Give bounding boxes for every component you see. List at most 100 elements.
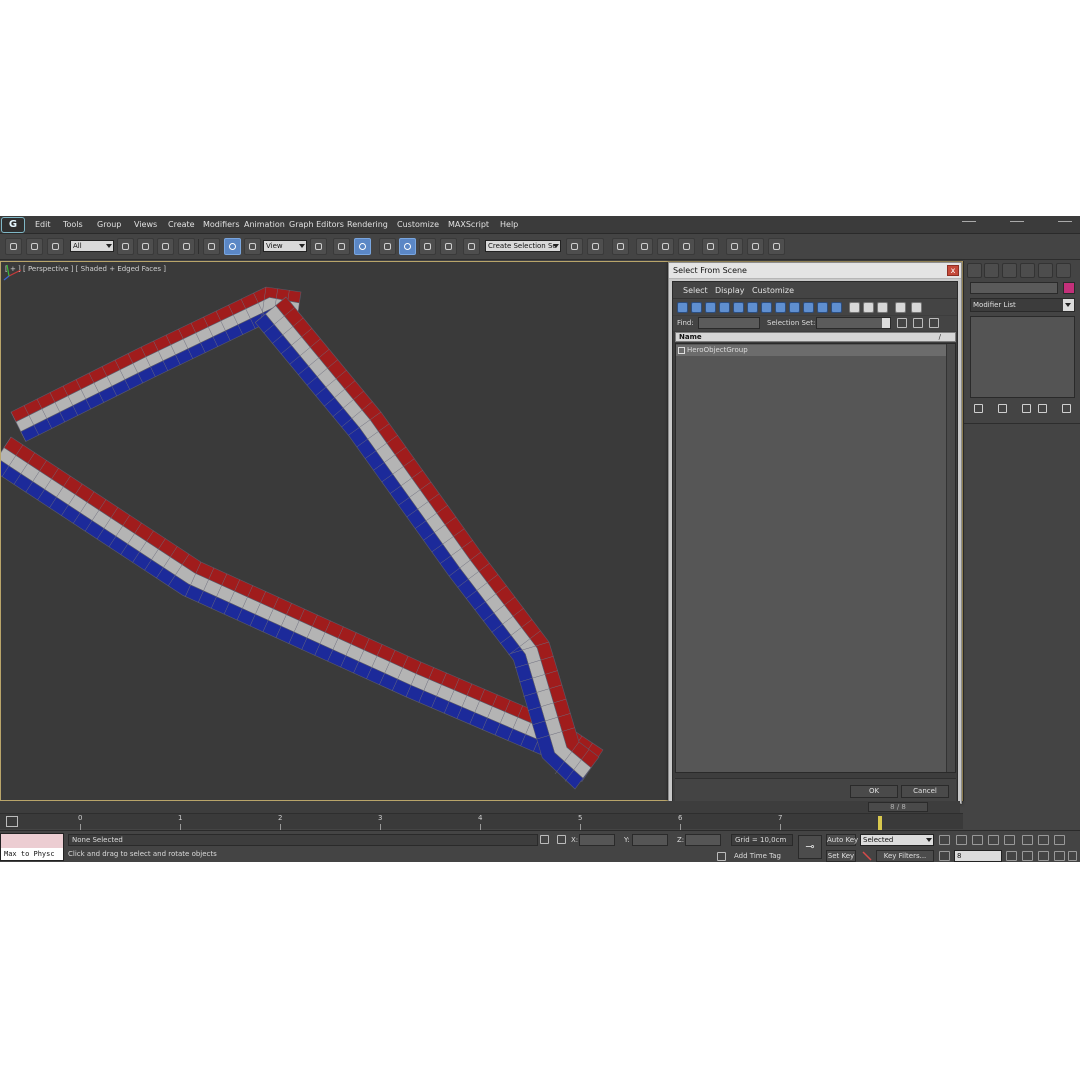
display-invert-icon[interactable] [877, 302, 888, 313]
zoom-extents-icon[interactable] [1054, 835, 1065, 845]
add-time-tag-button[interactable]: Add Time Tag [734, 852, 781, 860]
window-crossing-icon[interactable] [178, 238, 195, 255]
cancel-button[interactable]: Cancel [901, 785, 949, 798]
filter-options-icon[interactable] [911, 302, 922, 313]
menu-views[interactable]: Views [134, 220, 157, 229]
edit-named-selection-icon[interactable] [463, 238, 480, 255]
zoom-icon[interactable] [1022, 835, 1033, 845]
make-unique-icon[interactable] [1022, 404, 1031, 413]
dialog-titlebar[interactable]: Select From Scene x [669, 263, 961, 279]
align-icon[interactable] [587, 238, 604, 255]
render-production-icon[interactable] [747, 238, 764, 255]
close-icon[interactable]: x [947, 265, 959, 276]
key-filters-button[interactable]: Key Filters... [876, 850, 934, 862]
display-tab-icon[interactable] [1038, 263, 1053, 278]
filter-icon[interactable] [895, 302, 906, 313]
display-bones-icon[interactable] [789, 302, 800, 313]
snaps-toggle-icon[interactable] [379, 238, 396, 255]
menu-group[interactable]: Group [97, 220, 121, 229]
menu-maxscript[interactable]: MAXScript [448, 220, 489, 229]
set-key-filter-icon[interactable] [862, 851, 872, 861]
maxscript-listener[interactable]: Max to Physc [0, 833, 64, 861]
show-end-result-icon[interactable] [998, 404, 1007, 413]
menu-edit[interactable]: Edit [35, 220, 51, 229]
menu-tools[interactable]: Tools [63, 220, 83, 229]
x-coordinate-field[interactable] [579, 834, 615, 846]
modifier-list-dropdown[interactable]: Modifier List [970, 298, 1075, 312]
viewport-label[interactable]: [ + ] [ Perspective ] [ Shaded + Edged F… [5, 265, 166, 273]
display-shapes-icon[interactable] [691, 302, 702, 313]
column-header-name[interactable]: Name [679, 333, 702, 341]
display-hidden-icon[interactable] [831, 302, 842, 313]
rendered-frame-window-icon[interactable] [726, 238, 743, 255]
scrollbar[interactable] [946, 344, 955, 772]
dialog-menu-customize[interactable]: Customize [752, 286, 794, 295]
go-to-end-icon[interactable] [1004, 835, 1015, 845]
menu-help[interactable]: Help [500, 220, 518, 229]
ok-button[interactable]: OK [850, 785, 898, 798]
schematic-view-icon[interactable] [657, 238, 674, 255]
field-of-view-icon[interactable] [1022, 851, 1033, 861]
reference-coordinate-dropdown[interactable]: View [263, 240, 307, 252]
select-object-icon[interactable] [117, 238, 134, 255]
select-and-move-icon[interactable] [203, 238, 220, 255]
maxscript-output[interactable] [1, 834, 63, 848]
time-configuration-icon[interactable] [1006, 851, 1017, 861]
object-color-swatch[interactable] [1063, 282, 1075, 294]
previous-frame-icon[interactable] [956, 835, 967, 845]
angle-snap-icon[interactable] [399, 238, 416, 255]
menu-graph-editors[interactable]: Graph Editors [289, 220, 344, 229]
z-coordinate-field[interactable] [685, 834, 721, 846]
key-icon[interactable]: ⊸ [798, 835, 822, 859]
select-and-rotate-icon[interactable] [224, 238, 241, 255]
display-geometry-icon[interactable] [677, 302, 688, 313]
orbit-icon[interactable] [1054, 851, 1065, 861]
pivot-center-icon[interactable] [310, 238, 327, 255]
link-icon[interactable] [5, 238, 22, 255]
play-icon[interactable] [972, 835, 983, 845]
time-slider[interactable]: 8 / 8 [0, 801, 960, 813]
render-setup-icon[interactable] [702, 238, 719, 255]
next-frame-icon[interactable] [988, 835, 999, 845]
zoom-all-icon[interactable] [1038, 835, 1049, 845]
display-containers-icon[interactable] [803, 302, 814, 313]
modifier-stack[interactable] [970, 316, 1075, 398]
app-logo-icon[interactable]: G [1, 217, 25, 233]
lock-icon[interactable] [540, 835, 549, 844]
curve-editor-icon[interactable] [636, 238, 653, 255]
select-all-icon[interactable] [897, 318, 907, 328]
select-invert-icon[interactable] [929, 318, 939, 328]
set-key-button[interactable]: Set Key [826, 850, 856, 862]
selection-filter-dropdown[interactable]: All [70, 240, 114, 252]
minimize-icon[interactable] [962, 217, 976, 222]
menu-customize[interactable]: Customize [397, 220, 439, 229]
dialog-menu-select[interactable]: Select [683, 286, 708, 295]
layer-manager-icon[interactable] [612, 238, 629, 255]
current-frame-field[interactable]: 8 [954, 850, 1002, 862]
object-list[interactable]: HeroObjectGroup [675, 343, 956, 773]
menu-modifiers[interactable]: Modifiers [203, 220, 240, 229]
select-manipulate-icon[interactable] [333, 238, 350, 255]
menu-rendering[interactable]: Rendering [347, 220, 388, 229]
motion-tab-icon[interactable] [1020, 263, 1035, 278]
list-item[interactable]: HeroObjectGroup [676, 345, 946, 356]
spinner-snap-icon[interactable] [440, 238, 457, 255]
maximize-viewport-icon[interactable] [1068, 851, 1077, 861]
menu-create[interactable]: Create [168, 220, 195, 229]
configure-modifier-sets-icon[interactable] [1062, 404, 1071, 413]
named-selection-dropdown[interactable]: Create Selection Se [485, 240, 561, 252]
mini-curve-editor-icon[interactable] [6, 816, 18, 827]
pin-stack-icon[interactable] [974, 404, 983, 413]
go-to-start-icon[interactable] [939, 835, 950, 845]
close-icon[interactable] [1058, 217, 1072, 222]
display-lights-icon[interactable] [705, 302, 716, 313]
find-input[interactable] [698, 317, 760, 329]
absolute-relative-icon[interactable] [557, 835, 566, 844]
material-editor-icon[interactable] [678, 238, 695, 255]
modify-tab-icon[interactable] [984, 263, 999, 278]
select-none-icon[interactable] [913, 318, 923, 328]
dialog-menu-display[interactable]: Display [715, 286, 745, 295]
time-tag-icon[interactable] [717, 852, 726, 861]
hierarchy-tab-icon[interactable] [1002, 263, 1017, 278]
display-cameras-icon[interactable] [719, 302, 730, 313]
